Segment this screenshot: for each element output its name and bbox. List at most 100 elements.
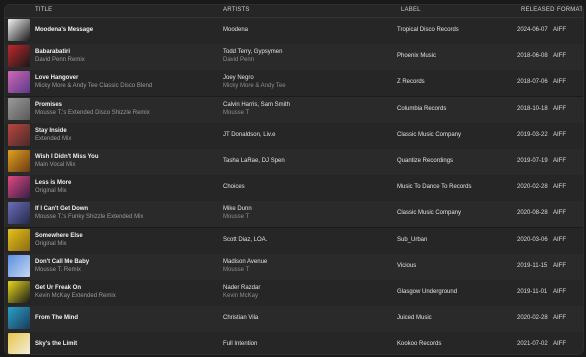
track-artists: Todd Terry, Gypsymen	[223, 49, 283, 56]
track-released: 2020-02-28	[517, 184, 548, 191]
track-format: AIFF	[553, 210, 566, 217]
track-label: Columbia Records	[397, 105, 447, 112]
album-art	[8, 254, 30, 277]
track-title: Get Ur Freak On	[35, 285, 82, 291]
track-mix: Micky More & Andy Tee Classic Disco Blen…	[35, 83, 153, 90]
track-title: If I Can't Get Down	[35, 206, 89, 213]
track-label: Tropical Disco Records	[397, 27, 459, 33]
track-mix: Main Vocal Mix	[35, 162, 76, 168]
column-artists[interactable]: ARTISTS	[223, 7, 250, 13]
track-title: Love Hangover	[35, 75, 79, 82]
album-art	[8, 333, 30, 354]
track-format: AIFF	[553, 53, 566, 60]
track-row[interactable]: Love Hangover Micky More & Andy Tee Class…	[5, 70, 583, 98]
column-title[interactable]: TITLE	[35, 7, 52, 13]
track-row[interactable]: Promises Mousse T.'s Extended Disco Shizz…	[5, 96, 583, 124]
track-mix: Mousse T.'s Extended Disco Shizzle Remix	[35, 109, 150, 116]
track-row[interactable]: Wish I Didn't Miss You Main Vocal Mix Tash…	[5, 149, 583, 176]
track-row[interactable]: Less is More Original Mix Choices Music To …	[5, 175, 583, 203]
track-released: 2020-08-28	[517, 210, 548, 217]
track-row[interactable]: Stay Inside Extended Mix JT Donaldson, Liv…	[5, 122, 583, 150]
track-mix: Mousse T.'s Funky Shizzle Extended Mix	[35, 214, 144, 221]
track-row[interactable]: From The Mind Christian Vila Juiced Music 2…	[5, 306, 583, 334]
track-format: AIFF	[553, 236, 566, 243]
track-released: 2018-07-06	[517, 79, 548, 86]
track-label: Classic Music Company	[397, 131, 462, 138]
track-artists: Joey Negro	[223, 75, 254, 82]
track-artists: Mike Dunn	[223, 206, 252, 213]
track-row[interactable]: Get Ur Freak On Kevin McKay Extended Remi…	[5, 280, 583, 307]
track-title: Moodena's Message	[35, 27, 94, 33]
track-row[interactable]: If I Can't Get Down Mousse T.'s Funky Shi…	[5, 201, 583, 229]
track-row[interactable]: Moodena's Message Moodena Tropical Disco R…	[5, 18, 583, 45]
track-title: Wish I Didn't Miss You	[35, 154, 99, 160]
album-art	[8, 228, 30, 251]
track-title: Less is More	[35, 180, 72, 187]
column-format[interactable]: FORMAT	[557, 7, 583, 13]
track-title: Somewhere Else	[35, 232, 83, 239]
track-label: Z Records	[397, 79, 425, 86]
track-format: AIFF	[553, 289, 566, 295]
track-label: Juiced Music	[397, 315, 432, 322]
track-label: Sub_Urban	[397, 236, 428, 243]
track-title: Promises	[35, 101, 63, 108]
column-released[interactable]: RELEASED	[521, 7, 555, 13]
track-title: Don't Call Me Baby	[35, 258, 90, 265]
track-remixer: Mousse T	[223, 214, 250, 221]
track-released: 2018-10-18	[517, 105, 548, 112]
track-label: Glasgow Underground	[397, 289, 458, 295]
track-released: 2021-07-02	[517, 341, 548, 348]
track-label: Music To Dance To Records	[397, 184, 472, 191]
album-art	[8, 45, 30, 68]
column-label[interactable]: LABEL	[401, 7, 421, 13]
track-browser: TITLE ARTISTS LABEL RELEASED FORMAT Mood…	[4, 4, 584, 355]
track-row[interactable]: Sky's the Limit Full Intention Kookoo Reco…	[5, 332, 583, 354]
track-label: Quantize Recordings	[397, 158, 454, 164]
track-mix: Kevin McKay Extended Remix	[35, 293, 116, 299]
track-format: AIFF	[553, 105, 566, 112]
track-remixer: Kevin McKay	[223, 293, 259, 299]
track-released: 2020-02-28	[517, 315, 548, 322]
track-format: AIFF	[553, 341, 566, 348]
track-title: Babarabatiri	[35, 49, 71, 56]
track-released: 2019-03-22	[517, 131, 548, 138]
album-art	[8, 123, 30, 146]
track-released: 2019-11-15	[517, 262, 548, 269]
track-artists: Moodena	[223, 27, 249, 33]
album-art	[8, 19, 30, 41]
track-artists: Tasha LaRae, DJ Spen	[223, 158, 285, 164]
track-artists: Full Intention	[223, 341, 258, 348]
album-art	[8, 176, 30, 199]
track-released: 2019-11-01	[517, 289, 548, 295]
track-mix: Mousse T. Remix	[35, 266, 81, 273]
track-format: AIFF	[553, 158, 566, 164]
track-format: AIFF	[553, 79, 566, 86]
track-mix: David Penn Remix	[35, 57, 85, 64]
track-format: AIFF	[553, 184, 566, 191]
track-artists: Calvin Harris, Sam Smith	[223, 101, 291, 108]
track-released: 2024-06-07	[517, 27, 548, 33]
track-format: AIFF	[553, 27, 566, 33]
track-format: AIFF	[553, 131, 566, 138]
track-format: AIFF	[553, 315, 566, 322]
track-artists: Nader Razdar	[223, 285, 261, 291]
track-title: Stay Inside	[35, 127, 67, 134]
album-art	[8, 202, 30, 225]
track-format: AIFF	[553, 262, 566, 269]
album-art	[8, 150, 30, 172]
track-artists: Scott Diaz, LOA.	[223, 236, 268, 243]
track-remixer: Micky More & Andy Tee	[223, 83, 286, 90]
track-row[interactable]: Don't Call Me Baby Mousse T. Remix Madison…	[5, 253, 583, 281]
track-row[interactable]: Babarabatiri David Penn Remix Todd Terry, …	[5, 44, 583, 72]
track-artists: Christian Vila	[223, 315, 259, 322]
track-artists: JT Donaldson, Liv.e	[223, 131, 276, 138]
album-art	[8, 281, 30, 303]
track-label: Kookoo Records	[397, 341, 442, 348]
track-released: 2019-07-19	[517, 158, 548, 164]
album-art	[8, 307, 30, 330]
track-released: 2018-06-08	[517, 53, 548, 60]
track-remixer: Mousse T	[223, 109, 250, 116]
track-row[interactable]: Somewhere Else Original Mix Scott Diaz, LO…	[5, 227, 583, 255]
track-label: Classic Music Company	[397, 210, 462, 217]
track-artists: Choices	[223, 184, 245, 191]
